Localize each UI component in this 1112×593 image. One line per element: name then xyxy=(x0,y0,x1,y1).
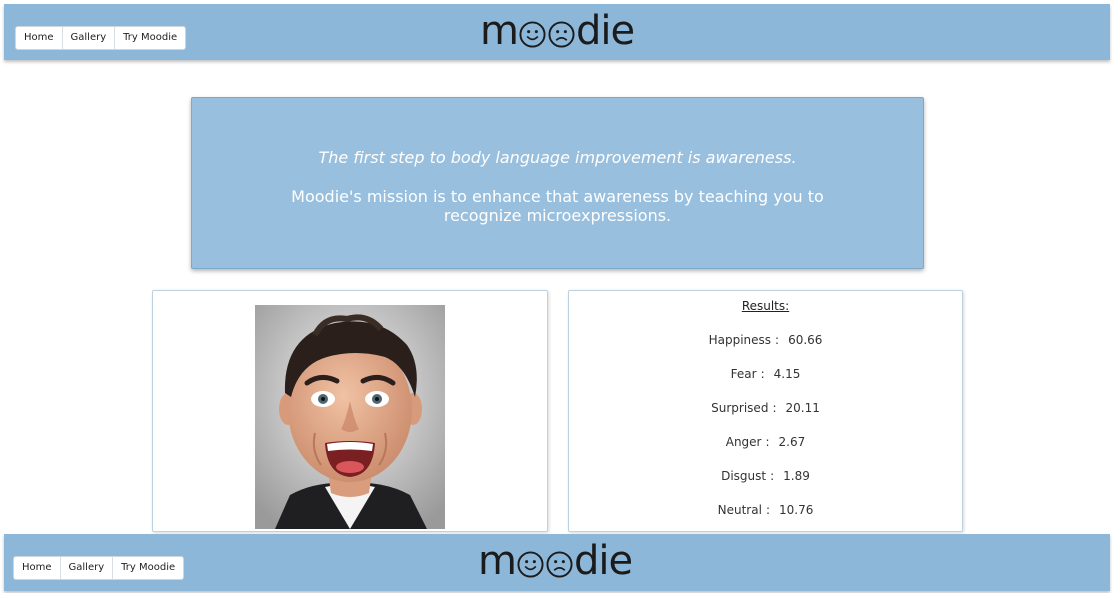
emotion-row-happiness: Happiness:60.66 xyxy=(708,333,823,347)
emotion-row-fear: Fear:4.15 xyxy=(730,367,801,381)
emotion-label: Surprised xyxy=(711,401,769,415)
nav-button-group: Home Gallery Try Moodie xyxy=(15,26,187,50)
emotion-value: 10.76 xyxy=(778,503,814,517)
emotion-row-surprised: Surprised:20.11 xyxy=(711,401,820,415)
moodie-logo[interactable]: m die xyxy=(480,8,635,54)
logo-text-suffix: die xyxy=(573,538,633,584)
logo-text-suffix: die xyxy=(575,8,635,54)
emotion-label: Anger xyxy=(725,435,762,449)
emotion-value: 20.11 xyxy=(785,401,820,415)
frowning-face-icon xyxy=(546,550,573,578)
nav-gallery-button[interactable]: Gallery xyxy=(61,557,114,579)
logo-text-prefix: m xyxy=(480,8,519,54)
face-photo-illustration xyxy=(255,305,445,529)
mission-panel: The first step to body language improvem… xyxy=(191,97,924,269)
nav-try-moodie-button[interactable]: Try Moodie xyxy=(115,27,185,49)
mission-body-text: Moodie's mission is to enhance that awar… xyxy=(291,187,824,225)
mission-lead-text: The first step to body language improvem… xyxy=(318,148,797,167)
emotion-value: 2.67 xyxy=(778,435,806,449)
photo-card xyxy=(152,290,548,532)
emotion-row-anger: Anger:2.67 xyxy=(725,435,806,449)
emotion-label: Disgust xyxy=(721,469,767,483)
bottom-navbar: Home Gallery Try Moodie m die xyxy=(4,534,1110,591)
emotion-row-disgust: Disgust:1.89 xyxy=(721,469,810,483)
nav-home-button[interactable]: Home xyxy=(14,557,61,579)
emotion-label: Fear xyxy=(730,367,757,381)
emotion-value: 60.66 xyxy=(788,333,823,347)
emotion-value: 4.15 xyxy=(773,367,801,381)
smiling-face-icon xyxy=(519,20,546,48)
results-title: Results: xyxy=(741,299,790,313)
results-card: Results: Happiness:60.66 Fear:4.15 Surpr… xyxy=(568,290,963,532)
frowning-face-icon xyxy=(548,20,575,48)
emotion-value: 1.89 xyxy=(783,469,810,483)
nav-button-group: Home Gallery Try Moodie xyxy=(13,556,185,580)
nav-try-moodie-button[interactable]: Try Moodie xyxy=(113,557,183,579)
emotion-row-neutral: Neutral:10.76 xyxy=(717,503,814,517)
nav-gallery-button[interactable]: Gallery xyxy=(63,27,116,49)
nav-home-button[interactable]: Home xyxy=(16,27,63,49)
top-navbar: Home Gallery Try Moodie m die xyxy=(4,4,1110,60)
logo-text-prefix: m xyxy=(478,538,517,584)
smiling-face-icon xyxy=(517,550,544,578)
emotion-label: Happiness xyxy=(708,333,772,347)
emotion-label: Neutral xyxy=(717,503,762,517)
uploaded-face-photo xyxy=(255,305,445,529)
moodie-logo[interactable]: m die xyxy=(478,538,633,584)
